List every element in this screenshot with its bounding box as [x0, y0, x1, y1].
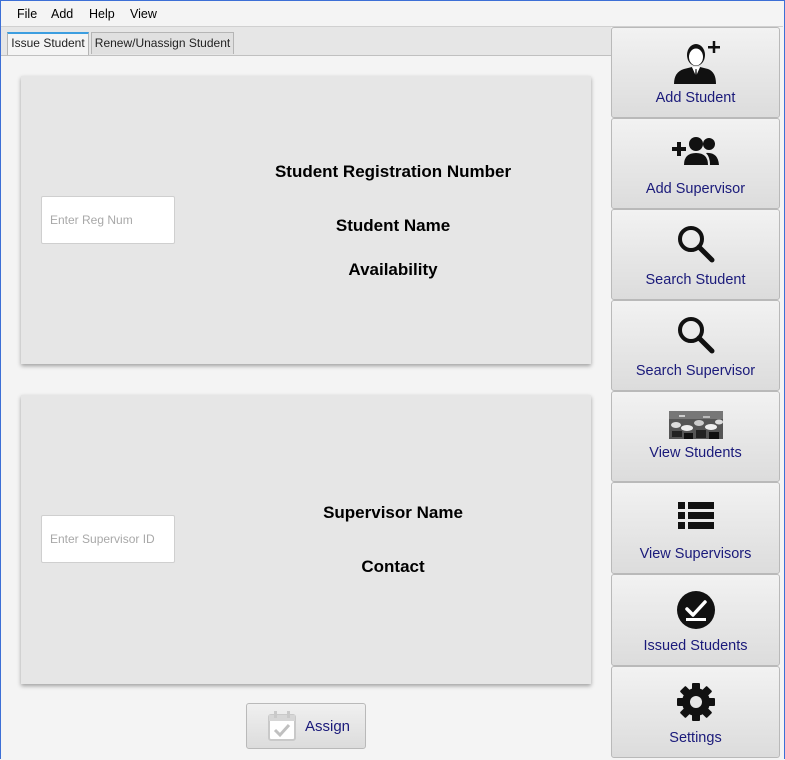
- tab-renew-unassign-student[interactable]: Renew/Unassign Student: [91, 32, 234, 54]
- view-students-button[interactable]: View Students: [611, 391, 780, 482]
- menu-help[interactable]: Help: [89, 7, 115, 21]
- add-supervisor-icon: [671, 137, 719, 165]
- supervisor-name-label: Supervisor Name: [323, 503, 463, 522]
- availability-label: Availability: [348, 260, 438, 279]
- add-supervisor-button[interactable]: Add Supervisor: [611, 118, 780, 209]
- reg-number-input[interactable]: [41, 196, 175, 244]
- graduates-photo-icon: [668, 411, 723, 439]
- search-supervisor-button[interactable]: Search Supervisor: [611, 300, 780, 391]
- add-student-button[interactable]: Add Student: [611, 27, 780, 118]
- issued-students-button[interactable]: Issued Students: [611, 574, 780, 666]
- check-circle-icon: [676, 591, 715, 629]
- supervisor-id-input[interactable]: [41, 515, 175, 563]
- supervisor-card: Supervisor Name Contact: [21, 395, 591, 684]
- view-supervisors-button[interactable]: View Supervisors: [611, 482, 780, 574]
- add-student-label: Add Student: [655, 90, 736, 106]
- settings-label: Settings: [669, 730, 722, 746]
- search-student-label: Search Student: [645, 272, 746, 288]
- search-icon: [677, 226, 714, 263]
- student-card: Student Registration Number Student Name…: [21, 76, 591, 364]
- calendar-check-icon: [268, 711, 296, 741]
- menu-add[interactable]: Add: [51, 7, 73, 21]
- view-students-label: View Students: [649, 445, 742, 461]
- menu-file[interactable]: File: [17, 7, 37, 21]
- list-icon: [677, 502, 714, 529]
- issued-students-label: Issued Students: [643, 638, 748, 654]
- search-student-button[interactable]: Search Student: [611, 209, 780, 300]
- tab-strip: Issue Student Renew/Unassign Student: [1, 27, 611, 56]
- search-supervisor-label: Search Supervisor: [635, 363, 756, 379]
- assign-button[interactable]: Assign: [246, 703, 366, 749]
- student-name-label: Student Name: [335, 216, 451, 235]
- student-reg-number-label: Student Registration Number: [274, 162, 512, 181]
- view-supervisors-label: View Supervisors: [639, 546, 752, 562]
- gear-icon: [676, 683, 715, 721]
- tab-issue-student[interactable]: Issue Student: [7, 32, 89, 55]
- settings-button[interactable]: Settings: [611, 666, 780, 758]
- add-student-icon: [673, 41, 720, 84]
- assign-label: Assign: [305, 718, 351, 735]
- search-icon: [677, 317, 714, 354]
- add-supervisor-label: Add Supervisor: [645, 181, 746, 197]
- menu-bar: File Add Help View: [1, 1, 783, 27]
- menu-view[interactable]: View: [130, 7, 157, 21]
- contact-label: Contact: [361, 557, 425, 576]
